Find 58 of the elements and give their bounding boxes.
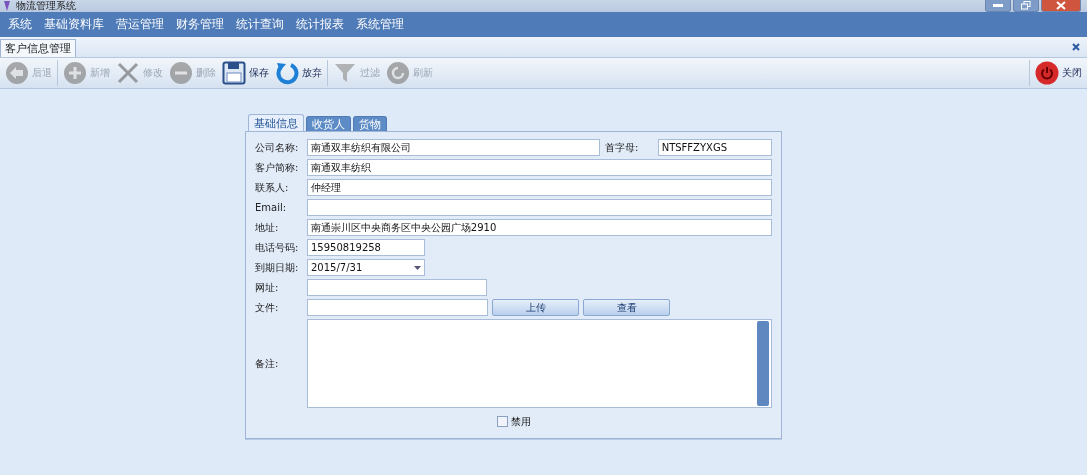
input-field[interactable]: 仲经理 — [306, 179, 772, 196]
date-picker[interactable]: 2015/7/31 — [307, 259, 425, 276]
form-tab[interactable]: 基础信息 — [248, 114, 304, 131]
undo-icon — [275, 61, 299, 85]
file-button[interactable]: 上传 — [492, 299, 579, 316]
field-label: 到期日期: — [255, 260, 300, 275]
menu-item[interactable]: 统计报表 — [290, 12, 350, 37]
checkbox-label: 禁用 — [510, 414, 531, 429]
menu-item[interactable]: 系统管理 — [350, 12, 410, 37]
close-button[interactable] — [1041, 0, 1081, 12]
restore-button[interactable] — [1013, 0, 1039, 12]
field-label: 网址: — [255, 280, 280, 295]
funnel-icon — [333, 61, 357, 85]
field-label: 客户简称: — [255, 160, 300, 175]
input-field[interactable] — [307, 299, 488, 316]
field-label: 文件: — [255, 300, 280, 315]
close-icon[interactable] — [1072, 43, 1080, 51]
menu-item[interactable]: 统计查询 — [230, 12, 290, 37]
input-field[interactable]: NTSFFZYXGS — [657, 139, 772, 156]
minimize-button[interactable] — [985, 0, 1011, 12]
dropdown-arrow-icon — [414, 265, 421, 270]
close-button[interactable]: 关闭 — [1032, 59, 1085, 87]
power-icon — [1035, 61, 1059, 85]
form-tab[interactable]: 收货人 — [306, 116, 351, 131]
toolbar-button[interactable]: 放弃 — [272, 59, 325, 87]
input-field[interactable]: 15950819258 — [307, 239, 425, 256]
input-field[interactable]: 南通崇川区中央商务区中央公园广场2910 — [306, 219, 772, 236]
menu-item[interactable]: 营运管理 — [110, 12, 170, 37]
field-label: 电话号码: — [255, 240, 300, 255]
document-tab[interactable]: 客户信息管理 — [0, 39, 76, 57]
form-tab[interactable]: 货物 — [353, 116, 387, 131]
menu-item[interactable]: 基础资料库 — [38, 12, 110, 37]
minus-icon — [169, 61, 193, 85]
field-label: 地址: — [255, 220, 280, 235]
field-label: 备注: — [255, 356, 280, 371]
minimize-icon — [993, 3, 1003, 8]
menu-item[interactable]: 财务管理 — [170, 12, 230, 37]
checkbox[interactable] — [496, 416, 508, 427]
field-label: 联系人: — [255, 180, 290, 195]
menu-item[interactable]: 系统 — [2, 12, 38, 37]
input-field[interactable]: 南通双丰纺织 — [306, 159, 772, 176]
scrollbar[interactable] — [757, 321, 769, 406]
input-field[interactable] — [307, 279, 487, 296]
cross-tools-icon — [116, 61, 140, 85]
save-icon — [222, 61, 246, 85]
field-label: 首字母: — [604, 140, 640, 155]
field-label: Email: — [255, 202, 288, 213]
plus-icon — [63, 61, 87, 85]
input-field[interactable] — [306, 199, 772, 216]
input-field[interactable]: 南通双丰纺织有限公司 — [306, 139, 600, 156]
restore-icon — [1021, 1, 1031, 10]
close-icon — [1056, 1, 1066, 10]
window-title: 物流管理系统 — [16, 0, 76, 12]
file-button[interactable]: 查看 — [583, 299, 670, 316]
refresh-icon — [386, 61, 410, 85]
toolbar-button[interactable]: 保存 — [219, 59, 272, 87]
field-label: 公司名称: — [255, 140, 300, 155]
memo-field[interactable] — [306, 319, 772, 408]
